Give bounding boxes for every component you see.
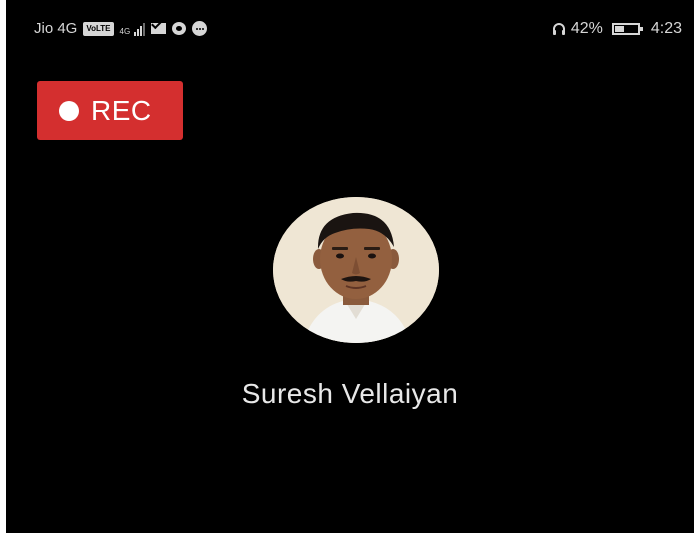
- mail-icon: [151, 23, 167, 34]
- contact-name: Suresh Vellaiyan: [241, 378, 459, 409]
- battery-icon: [611, 23, 643, 35]
- status-bar: Jio 4G VoLTE 4G 42% 4:23: [6, 0, 694, 60]
- record-button[interactable]: REC: [37, 81, 183, 140]
- contact-photo: [273, 197, 439, 343]
- chat-bubble-icon: [172, 22, 187, 35]
- headset-icon: [552, 23, 565, 35]
- status-right: 42% 4:23: [552, 20, 682, 38]
- record-dot-icon: [59, 100, 79, 121]
- clock: 4:23: [650, 20, 682, 37]
- call-screen: Jio 4G VoLTE 4G 42% 4:23 REC Suresh Vell…: [6, 0, 694, 533]
- battery-fill: [614, 26, 624, 32]
- signal-icon: 4G: [120, 22, 146, 36]
- volte-icon: VoLTE: [83, 21, 114, 36]
- contact-avatar: [273, 197, 439, 343]
- status-left: Jio 4G VoLTE 4G: [34, 20, 208, 37]
- record-button-label: REC: [91, 94, 152, 126]
- carrier-label: Jio 4G: [34, 20, 78, 37]
- battery-percent: 42%: [570, 20, 603, 37]
- more-icon: [192, 21, 208, 36]
- network-type-label: 4G: [119, 26, 131, 36]
